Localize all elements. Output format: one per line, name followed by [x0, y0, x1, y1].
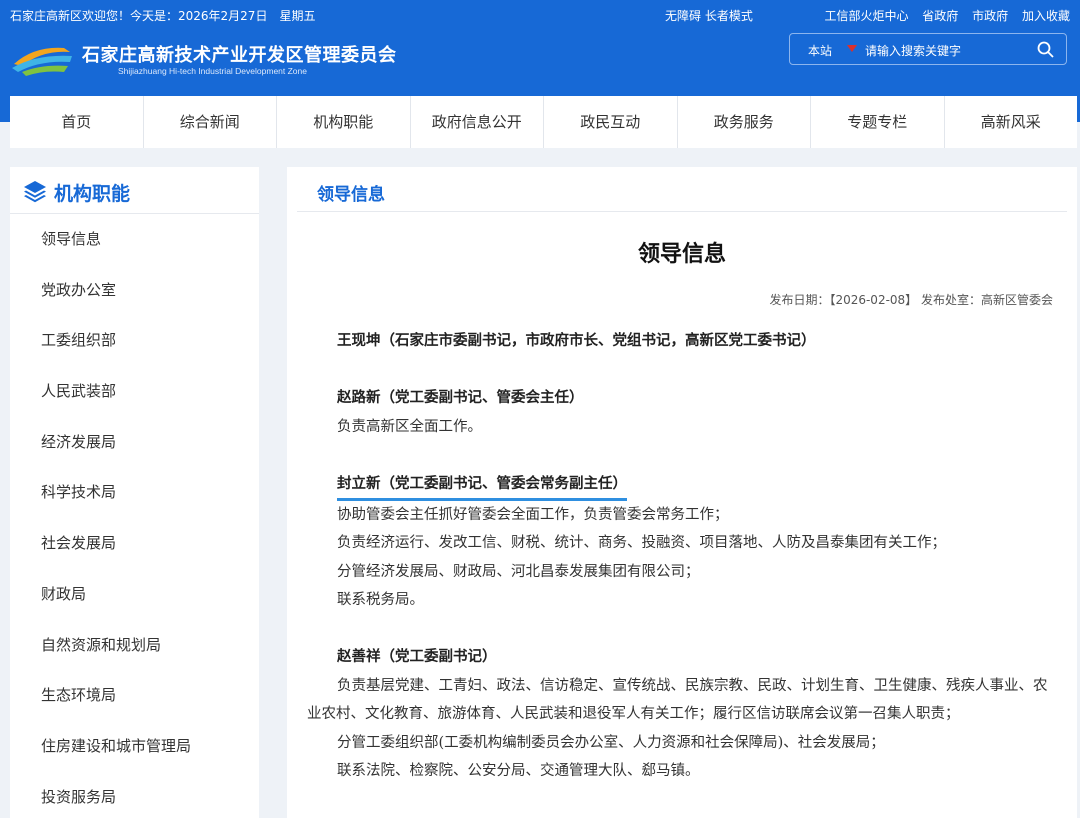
- sidebar-item-armed-forces[interactable]: 人民武装部: [10, 366, 259, 417]
- site-subtitle: Shijiazhuang Hi-tech Industrial Developm…: [118, 66, 307, 76]
- article-title: 领导信息: [637, 242, 726, 267]
- layers-icon: [24, 181, 46, 203]
- sidebar-item-finance[interactable]: 财政局: [10, 569, 259, 620]
- sidebar-header: 机构职能: [10, 167, 259, 214]
- top-links: 工信部火炬中心 省政府 市政府 加入收藏: [814, 7, 1070, 24]
- leader-name: 封立新（党工委副书记、管委会常务副主任）: [307, 470, 1052, 501]
- leader-duty: 协助管委会主任抓好管委会全面工作，负责管委会常务工作；: [337, 506, 729, 523]
- sidebar-item-investment[interactable]: 投资服务局: [10, 772, 259, 818]
- search-icon[interactable]: [1037, 41, 1054, 58]
- sidebar-item-science[interactable]: 科学技术局: [10, 467, 259, 518]
- nav-showcase[interactable]: 高新风采: [945, 96, 1078, 148]
- nav-services[interactable]: 政务服务: [678, 96, 811, 148]
- main-nav: 首页 综合新闻 机构职能 政府信息公开 政民互动 政务服务 专题专栏 高新风采: [10, 96, 1077, 148]
- leader-duty: 联系税务局。: [337, 592, 424, 608]
- nav-gov-info[interactable]: 政府信息公开: [411, 96, 544, 148]
- sidebar-item-ecology[interactable]: 生态环境局: [10, 670, 259, 721]
- leader-duty: 联系法院、检察院、公安分局、交通管理大队、郄马镇。: [337, 763, 700, 779]
- sidebar: 机构职能 领导信息 党政办公室 工委组织部 人民武装部 经济发展局 科学技术局 …: [10, 167, 259, 818]
- dropdown-caret-icon[interactable]: [847, 45, 857, 52]
- leader-name: 赵路新（党工委副书记、管委会主任）: [337, 389, 584, 406]
- sidebar-item-organization[interactable]: 工委组织部: [10, 315, 259, 366]
- highlighted-leader-name[interactable]: 封立新（党工委副书记、管委会常务副主任）: [337, 472, 627, 501]
- article-meta: 发布日期：【2026-02-08】 发布处室：高新区管委会: [769, 293, 1053, 307]
- nav-news[interactable]: 综合新闻: [144, 96, 277, 148]
- sidebar-item-party-office[interactable]: 党政办公室: [10, 265, 259, 316]
- top-link-favorite[interactable]: 加入收藏: [1022, 9, 1070, 23]
- section-title: 领导信息: [317, 185, 385, 205]
- sidebar-item-leaders[interactable]: 领导信息: [10, 214, 259, 265]
- search-scope-select[interactable]: 本站: [808, 42, 832, 59]
- sidebar-item-planning[interactable]: 自然资源和规划局: [10, 620, 259, 671]
- sidebar-item-housing[interactable]: 住房建设和城市管理局: [10, 721, 259, 772]
- welcome-text: 石家庄高新区欢迎您！今天是：2026年2月27日 星期五: [10, 9, 316, 23]
- leader-duty: 分管工委组织部(工委机构编制委员会办公室、人力资源和社会保障局)、社会发展局；: [337, 734, 885, 751]
- top-link-province[interactable]: 省政府: [922, 9, 958, 23]
- nav-home[interactable]: 首页: [10, 96, 144, 148]
- search-box[interactable]: 本站 请输入搜索关键字: [789, 33, 1067, 65]
- site-logo-icon[interactable]: [12, 42, 74, 76]
- top-bar: 石家庄高新区欢迎您！今天是：2026年2月27日 星期五 无障碍 长者模式 工信…: [0, 0, 1080, 28]
- article-body: 王现坤（石家庄市委副书记，市政府市长、党组书记，高新区党工委书记） 赵路新（党工…: [307, 327, 1052, 786]
- sidebar-list: 领导信息 党政办公室 工委组织部 人民武装部 经济发展局 科学技术局 社会发展局…: [10, 214, 259, 818]
- leader-name: 赵善祥（党工委副书记）: [337, 648, 497, 665]
- sidebar-item-social[interactable]: 社会发展局: [10, 518, 259, 569]
- top-link-city[interactable]: 市政府: [972, 9, 1008, 23]
- nav-interaction[interactable]: 政民互动: [544, 96, 678, 148]
- main-content: 领导信息 领导信息 发布日期：【2026-02-08】 发布处室：高新区管委会 …: [287, 167, 1077, 818]
- leader-duty: 负责经济运行、发改工信、财税、统计、商务、投融资、项目落地、人防及昌泰集团有关工…: [337, 535, 946, 551]
- nav-institutions[interactable]: 机构职能: [277, 96, 411, 148]
- accessibility-link[interactable]: 无障碍 长者模式: [665, 7, 753, 24]
- top-link-torch-center[interactable]: 工信部火炬中心: [824, 9, 908, 23]
- nav-topics[interactable]: 专题专栏: [811, 96, 945, 148]
- sidebar-title: 机构职能: [54, 183, 131, 205]
- leader-name: 王现坤（石家庄市委副书记，市政府市长、党组书记，高新区党工委书记）: [337, 332, 816, 349]
- sidebar-item-economic[interactable]: 经济发展局: [10, 417, 259, 468]
- site-title: 石家庄高新技术产业开发区管理委员会: [82, 45, 397, 66]
- leader-duty: 分管经济发展局、财政局、河北昌泰发展集团有限公司；: [337, 563, 700, 580]
- leader-duty: 负责基层党建、工青妇、政法、信访稳定、宣传统战、民族宗教、民政、计划生育、卫生健…: [307, 677, 1048, 723]
- section-header: 领导信息: [297, 167, 1067, 212]
- search-input[interactable]: 请输入搜索关键字: [865, 42, 961, 59]
- leader-duty: 负责高新区全面工作。: [337, 418, 482, 435]
